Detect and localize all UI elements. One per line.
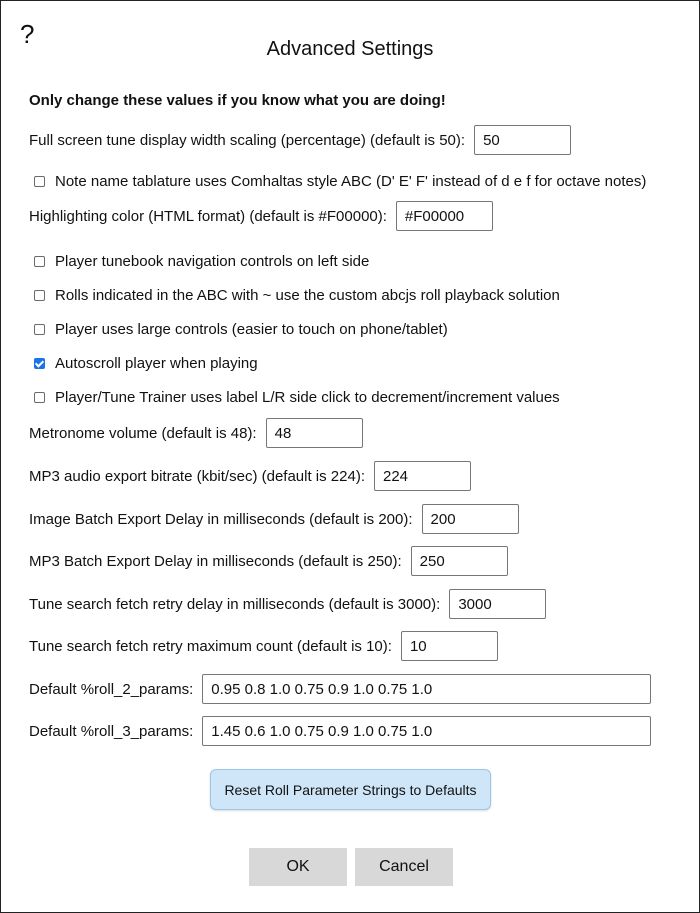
image-batch-delay-label: Image Batch Export Delay in milliseconds… [29, 510, 413, 528]
dialog-title: Advanced Settings [266, 38, 434, 60]
highlight-color-label: Highlighting color (HTML format) (defaul… [29, 207, 387, 225]
comhaltas-abc-label: Note name tablature uses Comhaltas style… [55, 172, 647, 190]
highlight-color-row: Highlighting color (HTML format) (defaul… [29, 200, 493, 232]
comhaltas-abc-checkbox[interactable] [34, 175, 45, 187]
fullscreen-scaling-label: Full screen tune display width scaling (… [29, 131, 466, 149]
roll-3-params-label: Default %roll_3_params: [29, 722, 194, 740]
nav-left-label: Player tunebook navigation controls on l… [55, 252, 370, 270]
large-controls-checkbox[interactable] [34, 323, 45, 335]
search-retry-delay-label: Tune search fetch retry delay in millise… [29, 595, 441, 613]
large-controls-label: Player uses large controls (easier to to… [55, 320, 448, 338]
large-controls-option[interactable]: Player uses large controls (easier to to… [34, 319, 448, 339]
roll-3-params-input[interactable] [202, 716, 652, 746]
autoscroll-label: Autoscroll player when playing [55, 354, 258, 372]
advanced-settings-dialog: ? Advanced Settings Only change these va… [0, 0, 700, 913]
roll-2-params-row: Default %roll_2_params: [29, 673, 652, 705]
mp3-bitrate-row: MP3 audio export bitrate (kbit/sec) (def… [29, 460, 471, 492]
reset-roll-params-button[interactable]: Reset Roll Parameter Strings to Defaults [210, 769, 491, 810]
image-batch-delay-input[interactable] [421, 504, 519, 534]
mp3-bitrate-input[interactable] [374, 461, 471, 491]
autoscroll-option[interactable]: Autoscroll player when playing [34, 353, 258, 373]
metronome-volume-input[interactable] [265, 418, 363, 448]
metronome-volume-label: Metronome volume (default is 48): [29, 424, 257, 442]
fullscreen-scaling-input[interactable] [474, 125, 572, 155]
cancel-button[interactable]: Cancel [355, 848, 453, 886]
search-retry-count-row: Tune search fetch retry maximum count (d… [29, 630, 498, 662]
comhaltas-abc-option[interactable]: Note name tablature uses Comhaltas style… [34, 171, 646, 191]
fullscreen-scaling-row: Full screen tune display width scaling (… [29, 124, 572, 156]
ok-button[interactable]: OK [249, 848, 347, 886]
search-retry-delay-input[interactable] [449, 589, 547, 619]
search-retry-count-label: Tune search fetch retry maximum count (d… [29, 637, 392, 655]
mp3-batch-delay-input[interactable] [410, 546, 508, 576]
rolls-custom-checkbox[interactable] [34, 289, 45, 301]
image-batch-delay-row: Image Batch Export Delay in milliseconds… [29, 503, 519, 535]
roll-2-params-label: Default %roll_2_params: [29, 680, 194, 698]
nav-left-checkbox[interactable] [34, 255, 45, 267]
mp3-batch-delay-label: MP3 Batch Export Delay in milliseconds (… [29, 552, 402, 570]
label-lr-click-option[interactable]: Player/Tune Trainer uses label L/R side … [34, 387, 560, 407]
label-lr-click-label: Player/Tune Trainer uses label L/R side … [55, 388, 560, 406]
mp3-bitrate-label: MP3 audio export bitrate (kbit/sec) (def… [29, 467, 365, 485]
rolls-custom-label: Rolls indicated in the ABC with ~ use th… [55, 286, 560, 304]
roll-3-params-row: Default %roll_3_params: [29, 715, 652, 747]
highlight-color-input[interactable] [395, 201, 493, 231]
mp3-batch-delay-row: MP3 Batch Export Delay in milliseconds (… [29, 545, 508, 577]
warning-text: Only change these values if you know wha… [29, 92, 446, 109]
search-retry-count-input[interactable] [400, 631, 498, 661]
metronome-volume-row: Metronome volume (default is 48): [29, 417, 363, 449]
label-lr-click-checkbox[interactable] [34, 391, 45, 403]
search-retry-delay-row: Tune search fetch retry delay in millise… [29, 588, 547, 620]
nav-left-option[interactable]: Player tunebook navigation controls on l… [34, 251, 369, 271]
roll-2-params-input[interactable] [202, 674, 652, 704]
rolls-custom-option[interactable]: Rolls indicated in the ABC with ~ use th… [34, 285, 560, 305]
autoscroll-checkbox[interactable] [34, 357, 45, 369]
